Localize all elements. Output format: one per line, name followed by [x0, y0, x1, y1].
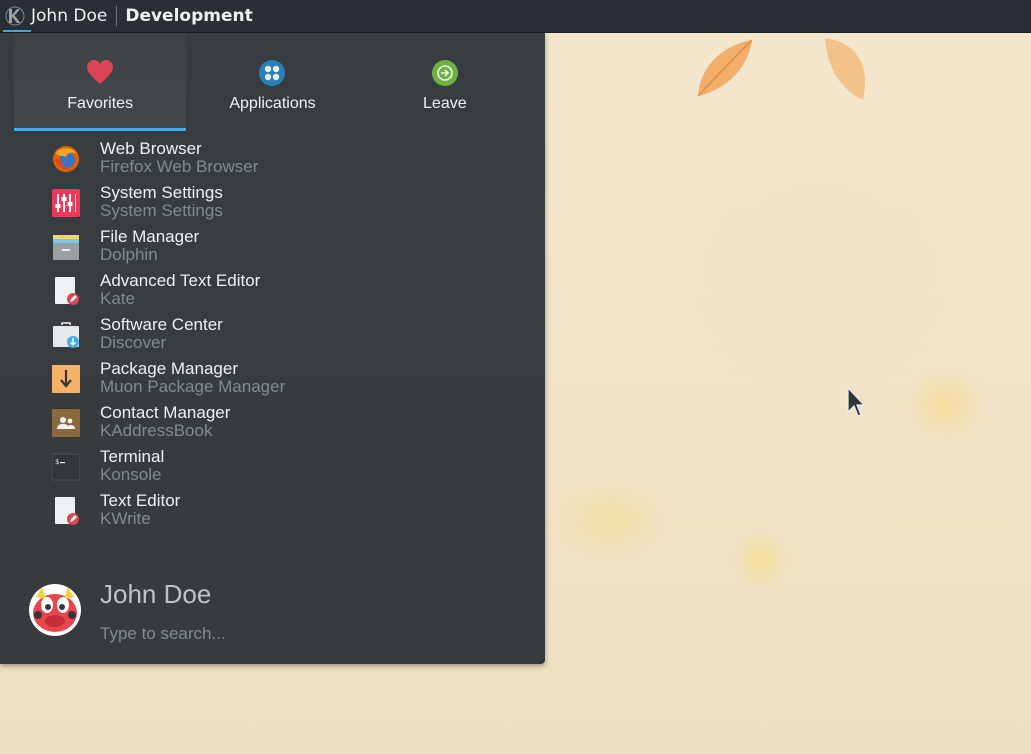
favorite-description: Firefox Web Browser — [100, 157, 259, 176]
kwrite-icon — [55, 497, 79, 525]
search-input[interactable] — [100, 621, 520, 647]
favorite-name: Text Editor — [100, 491, 181, 510]
svg-text:$: $ — [55, 458, 59, 466]
favorite-description: Dolphin — [100, 245, 158, 264]
launcher-tabs: Favorites Applications Leave — [14, 33, 531, 131]
panel-activity-name[interactable]: Development — [125, 6, 252, 26]
leave-arrow-icon — [431, 60, 458, 86]
firefox-icon — [53, 146, 79, 172]
software-center-icon — [53, 322, 79, 348]
favorite-text-editor[interactable]: Text Editor KWrite — [0, 490, 545, 534]
applications-grid-icon — [259, 60, 286, 86]
leaf-decoration — [825, 38, 866, 100]
favorite-description: Konsole — [100, 465, 162, 484]
favorite-package-manager[interactable]: Package Manager Muon Package Manager — [0, 358, 545, 402]
kate-icon — [55, 277, 79, 305]
favorite-software-center[interactable]: Software Center Discover — [0, 314, 545, 358]
favorite-description: KAddressBook — [100, 421, 213, 440]
mouse-cursor-icon — [847, 386, 866, 417]
system-settings-icon — [52, 189, 80, 217]
favorite-file-manager[interactable]: File Manager Dolphin — [0, 226, 545, 270]
favorite-name: Web Browser — [100, 139, 202, 158]
favorite-name: Package Manager — [100, 359, 238, 378]
tab-label: Applications — [229, 95, 316, 112]
launcher-user-name: John Doe — [100, 579, 212, 609]
tab-applications[interactable]: Applications — [186, 33, 358, 131]
favorite-name: Software Center — [100, 315, 223, 334]
top-panel: John Doe Development — [0, 0, 1031, 33]
terminal-icon: $ — [52, 453, 80, 481]
tab-label: Favorites — [67, 95, 134, 112]
favorite-advanced-text-editor[interactable]: Advanced Text Editor Kate — [0, 270, 545, 314]
favorite-contact-manager[interactable]: Contact Manager KAddressBook — [0, 402, 545, 446]
leaf-decoration — [697, 39, 753, 97]
kde-logo-icon[interactable] — [3, 4, 31, 32]
heart-icon — [87, 60, 114, 84]
tab-favorites[interactable]: Favorites — [14, 33, 187, 131]
user-avatar[interactable] — [28, 583, 82, 637]
favorite-description: Kate — [100, 289, 135, 308]
favorite-name: Advanced Text Editor — [100, 271, 261, 290]
favorite-web-browser[interactable]: Web Browser Firefox Web Browser — [0, 138, 545, 182]
favorite-terminal[interactable]: $ Terminal Konsole — [0, 446, 545, 490]
application-launcher: Favorites Applications Leave Web Browser… — [0, 33, 545, 664]
active-indicator — [3, 30, 31, 32]
favorite-name: System Settings — [100, 183, 223, 202]
favorite-system-settings[interactable]: System Settings System Settings — [0, 182, 545, 226]
favorite-name: Contact Manager — [100, 403, 231, 422]
favorite-name: Terminal — [100, 447, 165, 466]
file-manager-icon — [53, 235, 79, 260]
tab-leave[interactable]: Leave — [359, 33, 531, 131]
tab-label: Leave — [423, 95, 467, 112]
panel-user-name: John Doe — [31, 6, 108, 26]
favorite-description: KWrite — [100, 509, 151, 528]
contact-manager-icon — [52, 409, 80, 437]
favorite-description: Muon Package Manager — [100, 377, 286, 396]
package-manager-icon — [52, 365, 80, 393]
favorite-description: System Settings — [100, 201, 223, 220]
favorite-name: File Manager — [100, 227, 200, 246]
favorite-description: Discover — [100, 333, 167, 352]
panel-separator — [116, 6, 118, 26]
